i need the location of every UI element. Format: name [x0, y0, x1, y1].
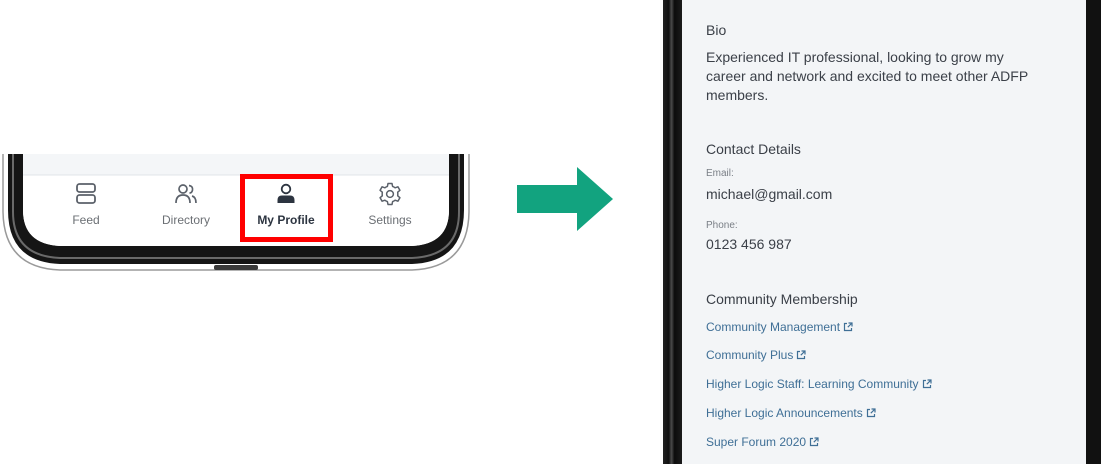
phone-bezel-left — [663, 0, 682, 464]
membership-link-label: Community Management — [706, 320, 841, 334]
membership-link-label: Super Forum 2020 — [706, 435, 807, 449]
tab-directory-label: Directory — [161, 213, 210, 227]
membership-link[interactable]: Higher Logic Staff: Learning Community — [706, 377, 932, 391]
external-link-icon — [922, 379, 932, 389]
external-link-icon — [797, 350, 806, 360]
membership-link[interactable]: Super Forum 2020 — [706, 435, 819, 449]
email-value: michael@gmail.com — [706, 186, 833, 202]
external-link-icon — [843, 322, 853, 332]
membership-link-label: Higher Logic Staff: Learning Community — [706, 377, 919, 391]
people-icon — [175, 184, 197, 204]
membership-link[interactable]: Higher Logic Announcements — [706, 406, 876, 420]
community-membership-heading: Community Membership — [706, 291, 858, 307]
tab-directory[interactable]: Directory — [138, 175, 234, 239]
tab-settings-label: Settings — [368, 213, 412, 227]
bio-heading: Bio — [706, 22, 727, 38]
phone-value: 0123 456 987 — [706, 236, 792, 252]
tab-settings[interactable]: Settings — [342, 175, 438, 239]
feed-icon — [76, 183, 96, 204]
external-link-icon — [866, 408, 876, 418]
highlight-box — [240, 174, 333, 242]
membership-link[interactable]: Community Management — [706, 320, 853, 334]
tab-feed[interactable]: Feed — [38, 175, 134, 239]
membership-link[interactable]: Community Plus — [706, 348, 806, 362]
contact-details-heading: Contact Details — [706, 141, 801, 157]
membership-link-label: Community Plus — [706, 348, 794, 362]
gear-icon — [379, 182, 401, 206]
right-arrow-icon — [517, 167, 613, 231]
phone-label: Phone: — [706, 220, 738, 231]
email-label: Email: — [706, 168, 734, 179]
membership-link-label: Higher Logic Announcements — [706, 406, 863, 420]
phone-bottom-mockup: Feed Directory My Profile Settings — [0, 154, 472, 272]
phone-bezel-right — [1086, 0, 1101, 464]
tab-feed-label: Feed — [72, 213, 100, 227]
bio-text: Experienced IT professional, looking to … — [706, 49, 1028, 103]
external-link-icon — [809, 437, 819, 447]
profile-details-screen: Bio Experienced IT professional, looking… — [682, 0, 1086, 464]
